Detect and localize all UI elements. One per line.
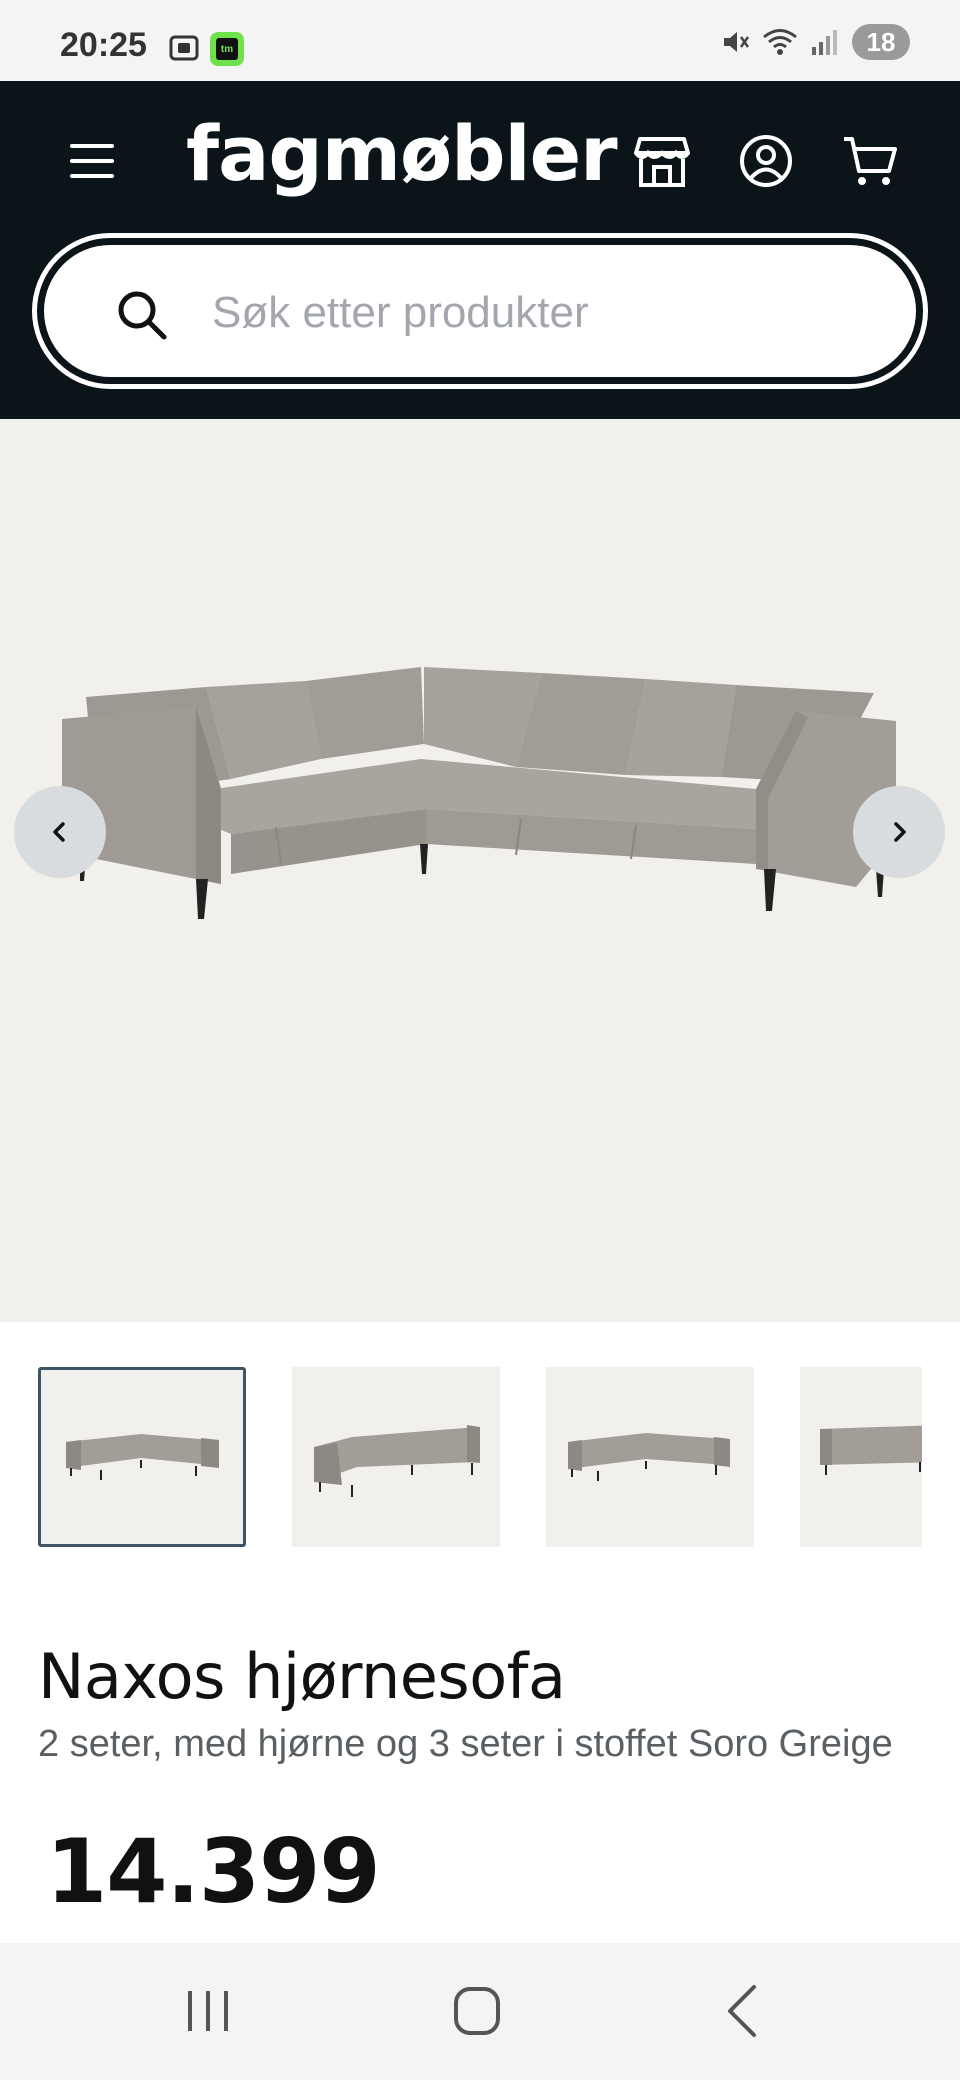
system-nav-bar [0,1943,960,2080]
carousel-next-button[interactable] [853,786,945,878]
store-icon[interactable] [632,131,692,191]
brand-logo[interactable]: fagmøbler [186,109,618,198]
chevron-right-icon [894,822,906,842]
signal-icon [812,30,837,55]
search-input[interactable] [212,267,892,359]
home-icon[interactable] [436,1981,516,2041]
carousel-prev-button[interactable] [14,786,106,878]
product-subtitle: 2 seter, med hjørne og 3 seter i stoffet… [38,1723,893,1765]
back-icon[interactable] [706,1981,786,2041]
search-icon[interactable] [114,287,170,343]
status-icons: 18 [720,24,910,60]
menu-button[interactable] [70,136,130,186]
chevron-left-icon [53,822,65,842]
recent-apps-icon[interactable] [168,1981,248,2041]
status-bar: 20:25 tm 18 [0,0,960,81]
thumbnail-4[interactable] [800,1367,922,1547]
app-notification-icon: tm [210,32,244,66]
thumbnail-2[interactable] [292,1367,500,1547]
product-image-carousel[interactable] [0,419,960,1322]
mute-icon [724,32,750,52]
battery-indicator: 18 [852,24,910,60]
wifi-icon [763,29,797,55]
thumbnail-1[interactable] [38,1367,246,1547]
menu-icon [70,144,114,148]
product-price: 14.399 [46,1820,381,1923]
cart-icon[interactable] [840,131,900,191]
user-icon[interactable] [736,131,796,191]
screenshot-icon [169,35,199,61]
product-image [62,667,896,919]
site-header: fagmøbler [0,81,960,419]
thumbnail-strip [38,1367,922,1547]
thumbnail-3[interactable] [546,1367,754,1547]
search-bar [32,233,928,389]
status-time: 20:25 [60,26,147,64]
product-title: Naxos hjørnesofa [38,1640,566,1713]
